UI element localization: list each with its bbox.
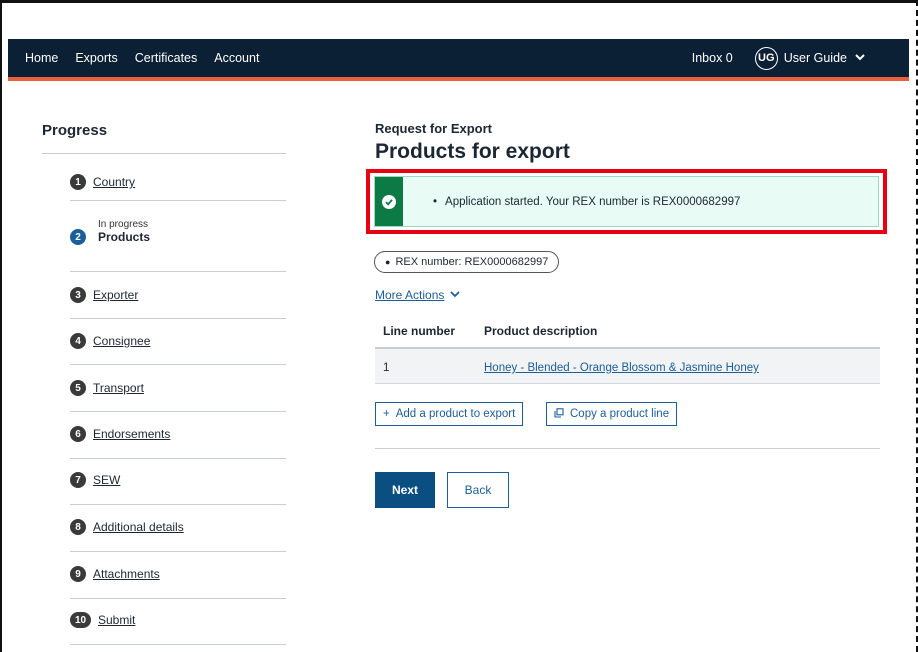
more-actions-toggle[interactable]: More Actions <box>375 288 461 302</box>
step-exporter[interactable]: 3 Exporter <box>70 287 138 303</box>
inbox-link[interactable]: Inbox 0 <box>692 51 733 65</box>
nav-certificates[interactable]: Certificates <box>135 51 198 65</box>
cell-line-number: 1 <box>383 362 390 374</box>
top-nav: Home Exports Certificates Account Inbox … <box>8 39 909 81</box>
divider <box>70 458 286 459</box>
divider <box>70 411 286 412</box>
step-number: 9 <box>70 566 86 582</box>
nav-home[interactable]: Home <box>25 51 58 65</box>
divider <box>375 448 880 449</box>
highlight-box <box>366 169 887 234</box>
step-number: 10 <box>70 612 91 628</box>
step-sew[interactable]: 7 SEW <box>70 472 120 488</box>
step-label[interactable]: SEW <box>93 473 120 487</box>
step-label[interactable]: Endorsements <box>93 427 170 441</box>
step-number: 3 <box>70 287 86 303</box>
step-number: 2 <box>70 229 86 245</box>
dot-icon: ● <box>385 257 391 267</box>
more-actions-label[interactable]: More Actions <box>375 288 444 302</box>
divider <box>70 271 286 272</box>
step-products: 2 Products <box>70 229 150 245</box>
rex-number-text: REX number: REX0000682997 <box>395 256 549 268</box>
next-button[interactable]: Next <box>375 472 435 508</box>
back-button[interactable]: Back <box>447 472 509 508</box>
page-title: Products for export <box>375 140 570 163</box>
copy-icon <box>554 407 564 421</box>
section-label: Request for Export <box>375 121 493 136</box>
step-number: 4 <box>70 333 86 349</box>
step-label[interactable]: Country <box>93 175 135 189</box>
product-description-link[interactable]: Honey - Blended - Orange Blossom & Jasmi… <box>484 362 759 374</box>
column-header-product-description: Product description <box>484 324 598 338</box>
step-consignee[interactable]: 4 Consignee <box>70 333 150 349</box>
step-submit[interactable]: 10 Submit <box>70 612 135 628</box>
step-number: 7 <box>70 472 86 488</box>
progress-title: Progress <box>42 122 108 139</box>
divider <box>70 598 286 599</box>
nav-exports[interactable]: Exports <box>75 51 117 65</box>
step-label[interactable]: Additional details <box>93 520 184 534</box>
divider <box>42 153 286 154</box>
window-frame <box>0 0 918 652</box>
user-name[interactable]: User Guide <box>784 51 847 65</box>
chevron-down-icon[interactable] <box>450 290 461 301</box>
step-number: 1 <box>70 174 86 190</box>
divider <box>70 364 286 365</box>
divider <box>70 551 286 552</box>
add-product-label: Add a product to export <box>395 408 516 420</box>
plus-icon: + <box>383 408 390 420</box>
step-label[interactable]: Submit <box>98 613 135 627</box>
copy-product-line-label: Copy a product line <box>570 408 670 420</box>
step-transport[interactable]: 5 Transport <box>70 380 144 396</box>
chevron-down-icon[interactable] <box>855 53 865 64</box>
step-label[interactable]: Transport <box>93 381 144 395</box>
divider <box>70 644 286 645</box>
rex-number-badge: ● REX number: REX0000682997 <box>374 251 560 273</box>
step-label[interactable]: Attachments <box>93 567 160 581</box>
copy-product-line-button[interactable]: Copy a product line <box>546 402 678 426</box>
add-product-button[interactable]: + Add a product to export <box>375 402 524 426</box>
step-number: 5 <box>70 380 86 396</box>
step-attachments[interactable]: 9 Attachments <box>70 566 160 582</box>
step-additional-details[interactable]: 8 Additional details <box>70 519 184 535</box>
step-label: Products <box>98 230 151 244</box>
nav-right: Inbox 0 UG User Guide <box>692 46 909 70</box>
step-label[interactable]: Exporter <box>93 288 138 302</box>
step-number: 6 <box>70 426 86 442</box>
step-country[interactable]: 1 Country <box>70 174 135 190</box>
divider <box>70 318 286 319</box>
nav-account[interactable]: Account <box>214 51 259 65</box>
divider <box>70 200 286 201</box>
user-avatar[interactable]: UG <box>754 46 778 70</box>
divider <box>70 504 286 505</box>
column-header-line-number: Line number <box>383 324 456 338</box>
step-endorsements[interactable]: 6 Endorsements <box>70 426 170 442</box>
step-label[interactable]: Consignee <box>93 334 150 348</box>
step-number: 8 <box>70 519 86 535</box>
